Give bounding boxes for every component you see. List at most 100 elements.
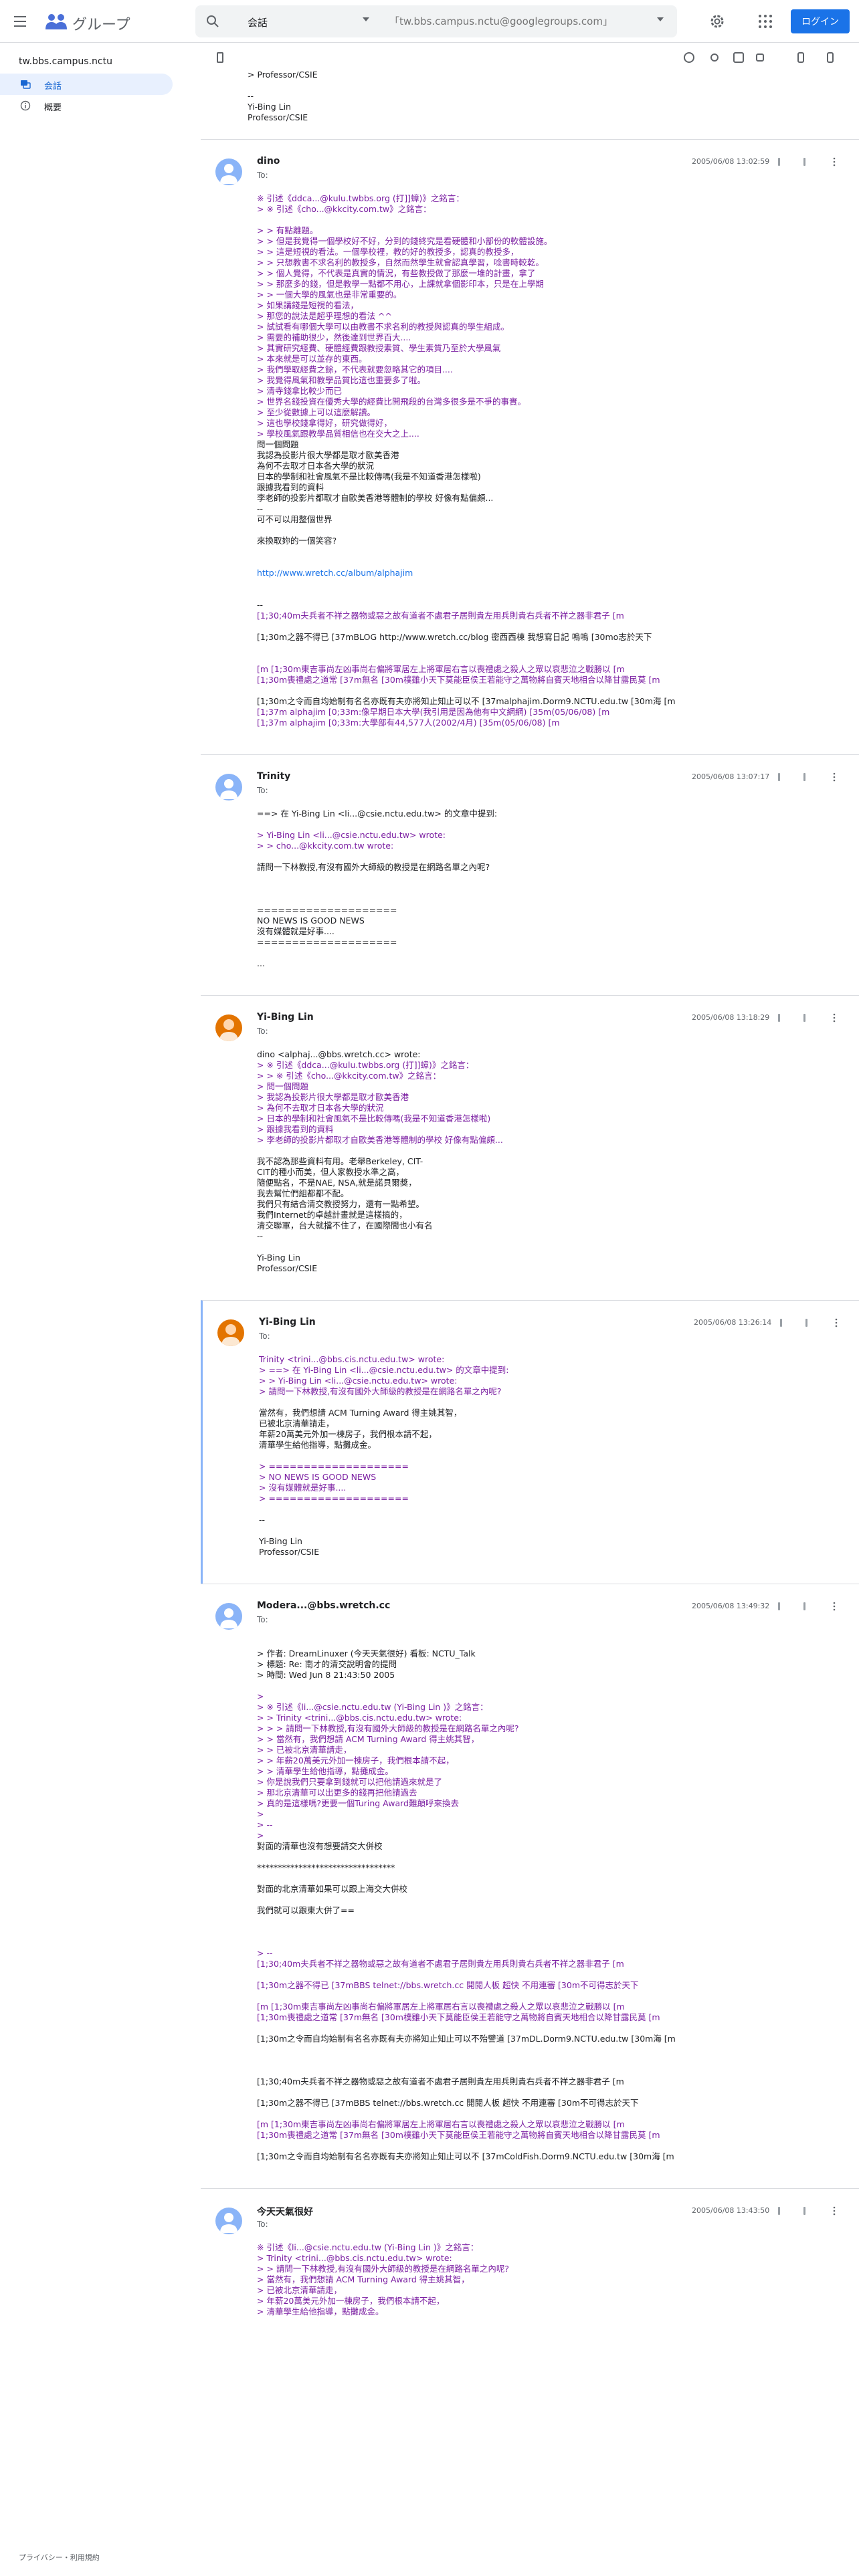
reply-icon[interactable]	[775, 1013, 784, 1023]
search-scope-select[interactable]: 会話	[248, 15, 268, 29]
chevron-down-icon[interactable]	[363, 17, 369, 21]
more-icon[interactable]	[830, 1602, 839, 1611]
body-line: > > ※ 引述《cho...@kkcity.com.tw》之銘言：	[257, 1071, 442, 1081]
forward-icon[interactable]	[800, 1602, 809, 1611]
recipient-label[interactable]: To:	[257, 171, 268, 180]
body-line: [1;30m喪禮處之道常 [37m無名 [30m樸雖小天下莫能臣侯王若能守之萬物…	[257, 675, 660, 685]
body-line: 跟據我看到的資料	[257, 482, 324, 492]
body-line	[257, 1916, 846, 1927]
login-button[interactable]: ログイン	[791, 9, 850, 33]
body-line: Trinity <trini...@bbs.cis.nctu.edu.tw> w…	[259, 1354, 445, 1364]
forward-icon[interactable]	[802, 1318, 812, 1327]
forward-icon[interactable]	[800, 157, 809, 167]
search-options-icon[interactable]	[657, 17, 664, 21]
sort-icon[interactable]	[710, 53, 719, 62]
body-line	[257, 1638, 846, 1648]
more-icon[interactable]	[832, 1318, 841, 1327]
body-line	[257, 589, 846, 600]
body-line: ==> 在 Yi-Bing Lin <li...@csie.nctu.edu.t…	[257, 809, 498, 819]
body-line: 我們Internet的卓越計畫就是這樣搞的，	[257, 1210, 407, 1220]
body-line: > 其實研究經費、硬體經費跟教授素質、學生素質乃至於大學風氣	[257, 343, 501, 353]
body-line	[257, 873, 846, 883]
footer-links[interactable]: プライバシー・利用規約	[19, 2552, 100, 2563]
body-line: > ====================	[259, 1493, 409, 1503]
body-line: > > 清華學生給他指導，點攤成金。	[257, 1766, 393, 1776]
conversations-icon	[21, 80, 31, 89]
body-line: > ※ 引述《li...@csie.nctu.edu.tw (Yi-Bing L…	[257, 1702, 488, 1712]
reply-icon[interactable]	[775, 772, 784, 782]
reply-icon[interactable]	[775, 2206, 784, 2216]
more-icon[interactable]	[830, 772, 839, 782]
previous-icon[interactable]	[797, 52, 804, 63]
body-line: *********************************	[257, 1862, 395, 1872]
more-icon[interactable]	[830, 2206, 839, 2216]
recipient-label[interactable]: To:	[257, 786, 268, 795]
reply-icon[interactable]	[775, 1602, 784, 1611]
body-line: > 李老師的投影片都取才自歐美香港等體制的學校 好像有點偏頗...	[257, 1135, 503, 1145]
search-input[interactable]	[389, 13, 644, 29]
body-line: [1;30m之令而自均始制有名名亦既有夫亦將知止知止可以不殆譬道 [37mDL.…	[257, 2034, 676, 2044]
recipient-label[interactable]: To:	[257, 1027, 268, 1036]
body-line: Professor/CSIE	[257, 1263, 318, 1273]
body-line: > > 這是短視的看法。一個學校裡，教的好的教授多，認真的教授多，	[257, 247, 519, 257]
print-icon[interactable]	[733, 52, 744, 63]
body-line: 當然有，我們想請 ACM Turning Award 得主姚其智，	[259, 1408, 462, 1418]
body-line	[259, 1525, 848, 1536]
body-line: 請問一下林教授,有沒有國外大師級的教授是在網路名單之內呢?	[257, 862, 490, 872]
body-line: 對面的北京清華如果可以跟上海交大併校	[257, 1884, 408, 1894]
post-date: 2005/06/08 13:26:14	[694, 1318, 772, 1327]
expand-icon[interactable]	[756, 53, 764, 62]
body-line: ...	[257, 958, 265, 968]
main-menu-icon[interactable]	[11, 12, 29, 31]
more-icon[interactable]	[830, 157, 839, 167]
body-line	[257, 1895, 846, 1905]
forward-icon[interactable]	[800, 2206, 809, 2216]
body-line: [1;37m alphajim [0;33m:像早期日本大學(我引用是因為他有中…	[257, 707, 610, 717]
message-post: 今天天氣很好 To: 2005/06/08 13:43:50 ※ 引述《li...@c…	[201, 2188, 859, 2343]
groups-logo-icon[interactable]	[44, 12, 68, 31]
body-line: [1;30m之器不得已 [37mBBS telnet://bbs.wretch.…	[257, 2098, 639, 2108]
sidebar-item-label: 会話	[44, 82, 62, 92]
next-icon[interactable]	[827, 52, 834, 63]
recipient-label[interactable]: To:	[257, 2220, 268, 2229]
group-name[interactable]: tw.bbs.campus.nctu	[19, 56, 112, 67]
search-icon[interactable]	[206, 15, 219, 28]
message-body: ※ 引述《ddca...@kulu.twbbs.org (打]]蟑)》之銘言： >…	[257, 193, 846, 728]
body-line: > 學校風氣跟教學品質相信也在交大之上....	[257, 429, 419, 439]
body-line: 為何不去取才日本各大學的狀況	[257, 461, 375, 471]
body-line: > 時間: Wed Jun 8 21:43:50 2005	[257, 1670, 395, 1680]
gear-icon[interactable]	[708, 12, 727, 31]
body-line: 對面的清華也沒有想要請交大併校	[257, 1841, 383, 1851]
body-line: > > 但是我覺得一個學校好不好，分到的錢終究是看硬體和小部份的軟體設施。	[257, 236, 553, 246]
message-body: ==> 在 Yi-Bing Lin <li...@csie.nctu.edu.t…	[257, 809, 846, 969]
body-link[interactable]: http://www.wretch.cc/album/alphajim	[257, 568, 846, 578]
body-line: > > 年薪20萬美元外加一棟房子，我們根本請不起，	[257, 1755, 454, 1765]
message-body: Trinity <trini...@bbs.cis.nctu.edu.tw> w…	[259, 1354, 848, 1558]
body-line	[257, 525, 846, 536]
forward-icon[interactable]	[800, 772, 809, 782]
message-body: > 作者: DreamLinuxer (今天天氣很好) 看板: NCTU_Tal…	[257, 1638, 846, 2162]
sidebar-item-conversations[interactable]: 会話	[0, 74, 173, 95]
recipient-label[interactable]: To:	[257, 1615, 268, 1624]
body-line: 我認為投影片很大學都是取才歐美香港	[257, 450, 399, 460]
info-icon[interactable]	[684, 52, 694, 63]
author-name: Trinity	[257, 771, 291, 782]
body-line	[257, 851, 846, 862]
body-line	[257, 1146, 846, 1156]
apps-grid-icon[interactable]	[759, 15, 772, 28]
body-line: > 標題: Re: 南才的清交說明會的提問	[257, 1659, 397, 1669]
forward-icon[interactable]	[800, 1013, 809, 1023]
body-line: >	[257, 1809, 264, 1819]
body-line	[257, 1681, 846, 1691]
app-title[interactable]: グループ	[72, 13, 130, 34]
recipient-label[interactable]: To:	[259, 1331, 270, 1341]
reply-icon[interactable]	[777, 1318, 786, 1327]
previous-post-tail: > Professor/CSIE -- Yi-Bing Lin Professor/C…	[248, 70, 836, 123]
body-line: Yi-Bing Lin	[248, 102, 291, 112]
body-line: > > 那麼多的錢，但是教學一點都不用心，上課就拿個影印本，只是在上學期	[257, 279, 544, 289]
reply-icon[interactable]	[775, 157, 784, 167]
sidebar-item-about[interactable]: 概要	[0, 95, 173, 116]
body-line: [1;30;40m夫兵者不祥之器物或惡之故有道者不處君子居則貴左用兵則貴右兵者不…	[257, 611, 624, 621]
back-icon[interactable]	[217, 52, 223, 63]
more-icon[interactable]	[830, 1013, 839, 1023]
